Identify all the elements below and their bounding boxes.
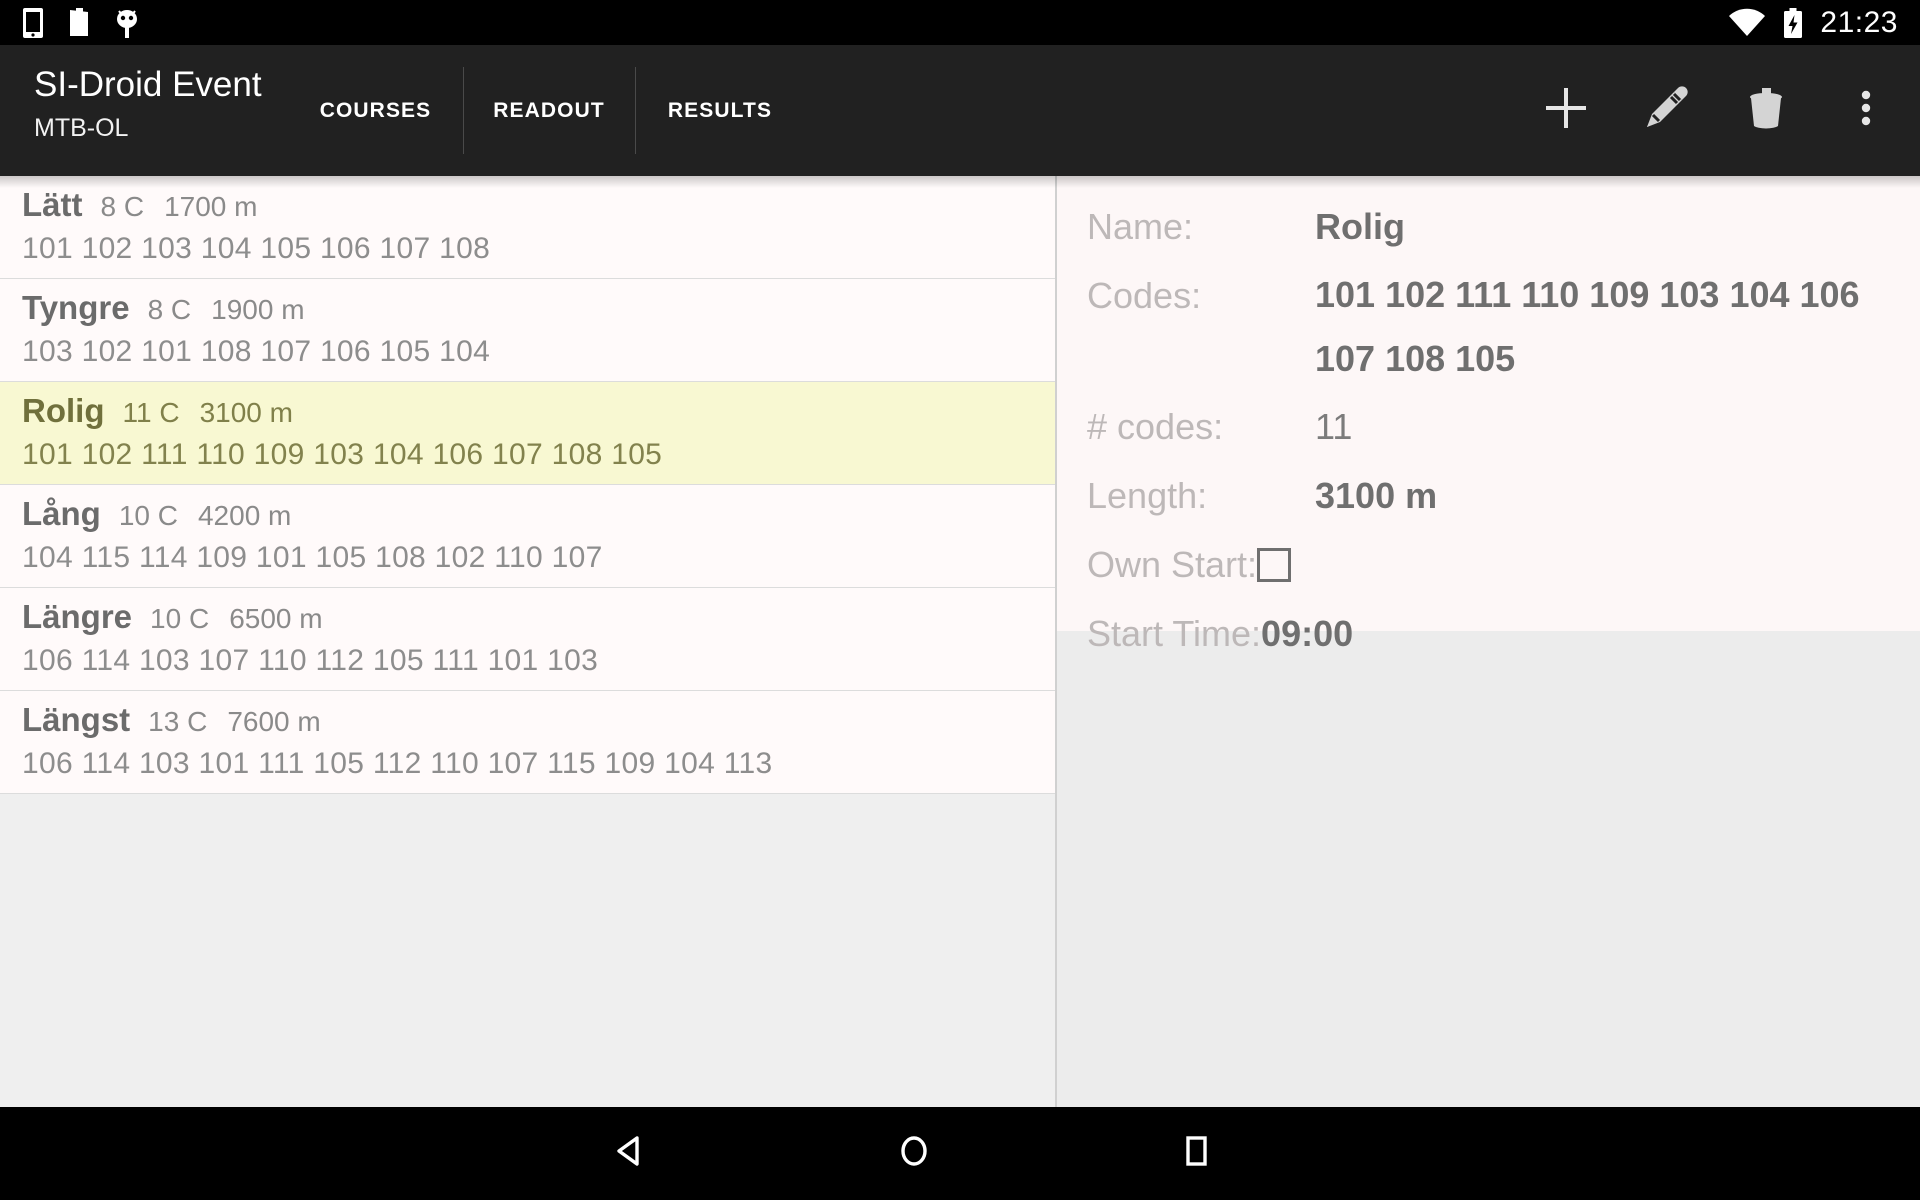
app-title: SI-Droid Event (34, 65, 262, 104)
battery-charging-icon (1782, 7, 1804, 39)
home-button[interactable] (894, 1131, 934, 1176)
table-row[interactable]: Lång 10 C 4200 m 104 115 114 109 101 105… (0, 485, 1055, 588)
course-header: Rolig 11 C 3100 m (22, 392, 1055, 430)
edit-button[interactable] (1638, 83, 1694, 139)
content-area: Lätt 8 C 1700 m 101 102 103 104 105 106 … (0, 176, 1920, 1107)
course-name: Längre (22, 598, 133, 635)
app-title-block: SI-Droid Event MTB-OL (34, 63, 284, 145)
course-name: Lätt (22, 186, 83, 223)
table-row[interactable]: Längst 13 C 7600 m 106 114 103 101 111 1… (0, 691, 1055, 794)
course-list[interactable]: Lätt 8 C 1700 m 101 102 103 104 105 106 … (0, 176, 1055, 1107)
action-bar-buttons (1538, 45, 1894, 176)
recents-button[interactable] (1176, 1131, 1216, 1176)
table-row[interactable]: Längre 10 C 6500 m 106 114 103 107 110 1… (0, 588, 1055, 691)
system-navigation-bar (0, 1107, 1920, 1200)
name-value: Rolig (1315, 206, 1405, 247)
course-name: Rolig (22, 392, 105, 429)
course-header: Längre 10 C 6500 m (22, 598, 1055, 636)
recents-icon (1176, 1131, 1216, 1176)
delete-button[interactable] (1738, 83, 1794, 139)
course-detail-fields: Name: Rolig Codes: 101 102 111 110 109 1… (1057, 176, 1920, 667)
nav-buttons (0, 1131, 1920, 1176)
ownstart-label: Own Start: (1087, 544, 1258, 585)
codes-value: 101 102 111 110 109 103 104 106 107 108 … (1315, 274, 1860, 379)
tab-readout[interactable]: READOUT (463, 45, 635, 176)
tab-results[interactable]: RESULTS (635, 45, 805, 176)
numcodes-value: 11 (1315, 406, 1353, 447)
detail-field-codes: Codes: 101 102 111 110 109 103 104 106 1… (1087, 263, 1920, 391)
course-name: Lång (22, 495, 101, 532)
detail-field-starttime: Start Time: 09:00 (1087, 601, 1920, 667)
detail-field-length: Length: 3100 m (1087, 463, 1920, 529)
table-row[interactable]: Lätt 8 C 1700 m 101 102 103 104 105 106 … (0, 176, 1055, 279)
status-bar-system-icons: 21:23 (1728, 6, 1920, 40)
detail-field-ownstart: Own Start: (1087, 532, 1920, 598)
course-length: 7600 m (227, 706, 321, 737)
course-codes: 106 114 103 101 111 105 112 110 107 115 … (22, 747, 773, 780)
numcodes-label: # codes: (1087, 406, 1224, 447)
course-header: Lång 10 C 4200 m (22, 495, 1055, 533)
course-name: Längst (22, 701, 131, 738)
course-controls: 13 C (148, 706, 208, 737)
overflow-menu-button[interactable] (1838, 83, 1894, 139)
length-label: Length: (1087, 475, 1208, 516)
course-controls: 10 C (150, 603, 210, 634)
course-header: Längst 13 C 7600 m (22, 701, 1055, 739)
wifi-icon (1728, 8, 1766, 38)
course-controls: 11 C (122, 397, 180, 428)
document-icon (66, 7, 92, 38)
edit-icon (1640, 82, 1692, 139)
event-subtitle: MTB-OL (34, 114, 129, 142)
length-value: 3100 m (1315, 475, 1438, 516)
android-icon (114, 7, 140, 39)
course-codes: 104 115 114 109 101 105 108 102 110 107 (22, 541, 603, 574)
ownstart-checkbox[interactable] (1257, 548, 1292, 582)
starttime-label: Start Time: (1087, 613, 1262, 654)
course-controls: 8 C (100, 191, 145, 222)
course-codes: 101 102 111 110 109 103 104 106 107 108 … (22, 438, 663, 471)
overflow-menu-icon (1851, 82, 1881, 139)
course-controls: 8 C (147, 294, 192, 325)
tab-courses[interactable]: COURSES (288, 45, 463, 176)
course-header: Lätt 8 C 1700 m (22, 186, 1055, 224)
add-button[interactable] (1538, 83, 1594, 139)
course-codes: 101 102 103 104 105 106 107 108 (22, 232, 491, 265)
status-bar: 21:23 (0, 0, 1920, 45)
course-name: Tyngre (22, 289, 130, 326)
course-codes: 103 102 101 108 107 106 105 104 (22, 335, 491, 368)
status-bar-clock: 21:23 (1820, 5, 1898, 39)
course-length: 3100 m (199, 397, 293, 428)
course-length: 4200 m (197, 500, 292, 531)
phone-icon (22, 7, 44, 39)
codes-label: Codes: (1087, 275, 1202, 316)
starttime-value: 09:00 (1261, 613, 1354, 654)
back-button[interactable] (610, 1131, 650, 1176)
home-icon (894, 1131, 934, 1176)
course-detail-panel: Name: Rolig Codes: 101 102 111 110 109 1… (1057, 176, 1920, 654)
course-length: 6500 m (229, 603, 323, 634)
table-row[interactable]: Tyngre 8 C 1900 m 103 102 101 108 107 10… (0, 279, 1055, 382)
tab-bar: COURSES READOUT RESULTS (288, 45, 805, 176)
add-icon (1540, 82, 1592, 139)
detail-field-numcodes: # codes: 11 (1087, 394, 1920, 460)
back-icon (610, 1131, 650, 1176)
detail-field-name: Name: Rolig (1087, 194, 1920, 260)
table-row-selected[interactable]: Rolig 11 C 3100 m 101 102 111 110 109 10… (0, 382, 1055, 485)
course-length: 1900 m (211, 294, 305, 325)
course-header: Tyngre 8 C 1900 m (22, 289, 1055, 327)
course-codes: 106 114 103 107 110 112 105 111 101 103 (22, 644, 599, 677)
course-length: 1700 m (164, 191, 258, 222)
action-bar: SI-Droid Event MTB-OL COURSES READOUT RE… (0, 45, 1920, 221)
delete-icon (1740, 82, 1792, 139)
name-label: Name: (1087, 206, 1194, 247)
course-controls: 10 C (118, 500, 178, 531)
status-bar-notification-icons (0, 7, 140, 39)
